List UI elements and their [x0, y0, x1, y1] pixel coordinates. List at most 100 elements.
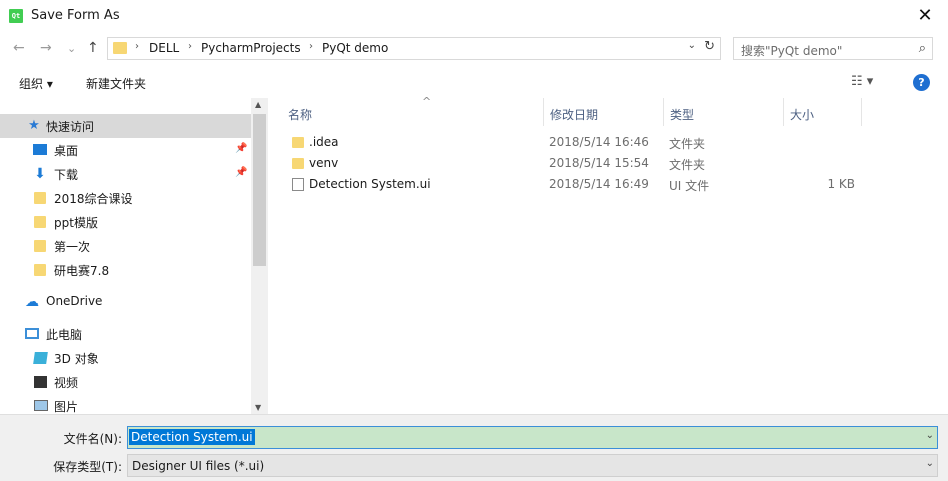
navigation-pane: ★ 快速访问 桌面 📌 ⬇ 下载 📌 2018综合课设 ppt模版 第一次 研电… [0, 98, 251, 414]
sidebar-item-label: 快速访问 [46, 120, 95, 134]
pin-icon[interactable]: 📌 [235, 167, 247, 178]
column-label: 类型 [670, 108, 695, 122]
breadcrumb-pyqt-demo[interactable]: PyQt demo [322, 41, 388, 55]
help-icon[interactable]: ? [913, 74, 930, 91]
picture-icon [34, 400, 48, 411]
filetype-select[interactable]: Designer UI files (*.ui) ⌄ [127, 454, 938, 477]
breadcrumb-separator[interactable]: › [188, 41, 192, 52]
sidebar-item-this-pc[interactable]: 此电脑 [0, 322, 251, 346]
file-type: 文件夹 [669, 158, 706, 172]
sidebar-scrollbar[interactable]: ▲ ▼ [251, 98, 268, 414]
file-name: venv [309, 156, 339, 170]
organize-button[interactable]: 组织 ▾ [19, 75, 53, 92]
new-folder-button[interactable]: 新建文件夹 [86, 75, 146, 92]
column-header-date[interactable]: 修改日期 [544, 98, 664, 126]
sidebar-item-label: 研电赛7.8 [54, 264, 110, 278]
save-options-panel: 文件名(N): Detection System.ui ⌄ 保存类型(T): D… [0, 414, 948, 481]
breadcrumb-pycharmprojects[interactable]: PycharmProjects [201, 41, 301, 55]
folder-icon [34, 216, 46, 228]
window-title: Save Form As [31, 8, 120, 23]
file-date: 2018/5/14 16:49 [549, 177, 649, 191]
sidebar-item-folder[interactable]: 第一次 [0, 234, 251, 258]
file-type: UI 文件 [669, 179, 710, 193]
table-row[interactable]: Detection System.ui 2018/5/14 16:49 UI 文… [268, 174, 948, 195]
up-folder-icon[interactable]: ↑ [87, 40, 99, 56]
folder-icon [34, 192, 46, 204]
sidebar-item-quick-access[interactable]: ★ 快速访问 [0, 114, 251, 138]
column-header-type[interactable]: 类型 [664, 98, 784, 126]
sidebar-item-label: OneDrive [46, 294, 103, 308]
breadcrumb-separator[interactable]: › [135, 41, 139, 52]
table-row[interactable]: .idea 2018/5/14 16:46 文件夹 [268, 132, 948, 153]
desktop-icon [33, 144, 47, 155]
chevron-down-icon[interactable]: ⌄ [926, 458, 934, 469]
folder-icon [34, 240, 46, 252]
sidebar-item-desktop[interactable]: 桌面 📌 [0, 138, 251, 162]
file-list: 名称 ^ 修改日期 类型 大小 .idea 2018/5/14 16:46 文件… [268, 95, 948, 414]
sidebar-item-label: 下载 [54, 168, 79, 182]
chevron-down-icon[interactable]: ⌄ [688, 40, 696, 51]
sidebar-item-folder[interactable]: 2018综合课设 [0, 186, 251, 210]
file-name: .idea [309, 135, 339, 149]
sidebar-item-onedrive[interactable]: ☁ OneDrive [0, 290, 251, 314]
column-label: 名称 [288, 108, 313, 122]
sidebar-item-label: 此电脑 [46, 328, 83, 342]
document-icon [292, 178, 304, 191]
refresh-icon[interactable]: ↻ [704, 39, 715, 54]
table-row[interactable]: venv 2018/5/14 15:54 文件夹 [268, 153, 948, 174]
column-label: 修改日期 [550, 108, 599, 122]
scrollbar-thumb[interactable] [253, 114, 266, 266]
computer-icon [25, 328, 39, 339]
sidebar-item-downloads[interactable]: ⬇ 下载 📌 [0, 162, 251, 186]
filetype-label: 保存类型(T): [53, 460, 122, 474]
sidebar-item-videos[interactable]: 视频 [0, 370, 251, 394]
sidebar-item-label: 图片 [54, 400, 79, 414]
file-type: 文件夹 [669, 137, 706, 151]
folder-icon [292, 158, 304, 169]
sidebar-item-label: 视频 [54, 376, 79, 390]
search-icon[interactable]: ⌕ [919, 41, 926, 56]
sidebar-item-pictures[interactable]: 图片 [0, 394, 251, 414]
qt-app-icon: Qt [9, 9, 23, 23]
sidebar-item-folder[interactable]: 研电赛7.8 [0, 258, 251, 282]
command-toolbar: 组织 ▾ 新建文件夹 ☷ ▾ ? [0, 66, 948, 98]
filename-value[interactable]: Detection System.ui [129, 429, 255, 445]
file-size: 1 KB [827, 177, 855, 191]
breadcrumb-dell[interactable]: DELL [149, 41, 179, 55]
folder-icon [292, 137, 304, 148]
column-label: 大小 [790, 108, 815, 122]
scroll-down-icon[interactable]: ▼ [255, 403, 261, 412]
sidebar-item-label: 3D 对象 [54, 352, 99, 366]
close-button[interactable]: ✕ [902, 0, 948, 32]
cloud-icon: ☁ [25, 294, 39, 310]
chevron-down-icon[interactable]: ⌄ [926, 430, 934, 441]
file-date: 2018/5/14 16:46 [549, 135, 649, 149]
download-icon: ⬇ [34, 166, 46, 182]
breadcrumb-separator[interactable]: › [309, 41, 313, 52]
star-icon: ★ [28, 118, 40, 133]
cube-icon [33, 352, 48, 364]
search-input[interactable]: 搜索"PyQt demo" ⌕ [733, 37, 933, 60]
column-header-size[interactable]: 大小 [784, 98, 862, 126]
sidebar-item-folder[interactable]: ppt模版 [0, 210, 251, 234]
address-bar[interactable]: › DELL › PycharmProjects › PyQt demo ⌄ ↻ [107, 37, 721, 60]
column-header-name[interactable]: 名称 ^ [282, 95, 544, 126]
folder-icon [34, 264, 46, 276]
title-bar: Qt Save Form As ✕ [0, 0, 948, 32]
view-options-icon[interactable]: ☷ ▾ [851, 74, 873, 89]
file-date: 2018/5/14 15:54 [549, 156, 649, 170]
folder-icon [113, 42, 127, 54]
sidebar-item-3d-objects[interactable]: 3D 对象 [0, 346, 251, 370]
film-icon [34, 376, 47, 388]
filename-label: 文件名(N): [63, 432, 122, 446]
sidebar-item-label: 桌面 [54, 144, 79, 158]
back-icon[interactable]: ← [13, 40, 25, 56]
scroll-up-icon[interactable]: ▲ [255, 100, 261, 109]
filename-field[interactable]: Detection System.ui ⌄ [127, 426, 938, 449]
recent-locations-icon[interactable]: ⌄ [67, 42, 76, 55]
sidebar-item-label: ppt模版 [54, 216, 98, 230]
sort-ascending-icon: ^ [422, 95, 432, 108]
forward-icon[interactable]: → [40, 40, 52, 56]
sidebar-item-label: 2018综合课设 [54, 192, 133, 206]
pin-icon[interactable]: 📌 [235, 143, 247, 154]
